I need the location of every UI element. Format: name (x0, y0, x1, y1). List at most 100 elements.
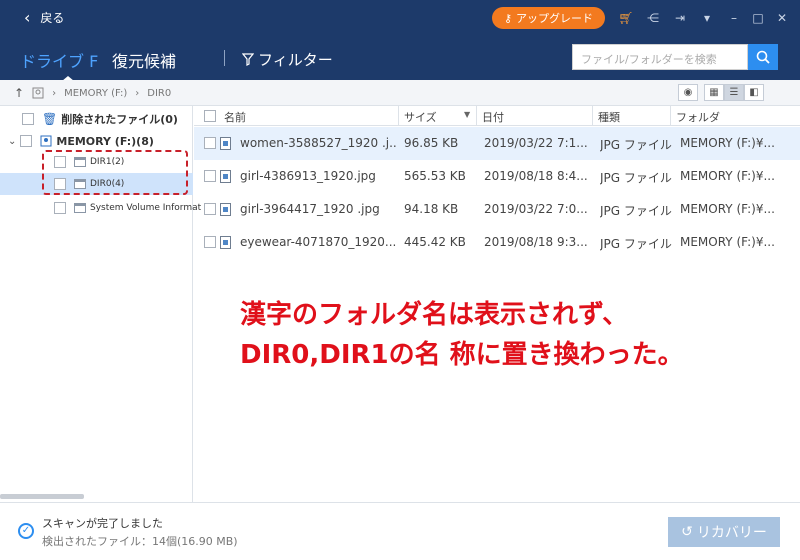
tree-item-memory[interactable]: ⌄ MEMORY (F:)(8) (8, 130, 154, 152)
sort-down-icon: ▼ (464, 110, 471, 119)
cell-date: 2019/08/18 8:4... (484, 169, 588, 183)
row-checkbox[interactable] (204, 236, 216, 248)
cell-date: 2019/03/22 7:0... (484, 202, 588, 216)
chevron-left-icon: ‹ (24, 7, 31, 27)
back-label: 戻る (40, 11, 65, 25)
tree-item-deleted[interactable]: 🗑︎ 削除されたファイル(0) (22, 108, 178, 130)
drive-icon (32, 87, 44, 99)
column-header-name[interactable]: 名前 (224, 109, 246, 125)
list-view-icon[interactable]: ☰ (724, 84, 744, 101)
column-header-date[interactable]: 日付 (482, 109, 504, 125)
trash-icon: 🗑︎ (42, 112, 58, 126)
menu-icon[interactable]: ▾ (699, 10, 715, 26)
tree-checkbox[interactable] (22, 113, 34, 125)
minimize-icon[interactable]: – (726, 10, 742, 26)
back-button[interactable]: ‹ 戻る (24, 9, 64, 26)
up-arrow-icon[interactable]: ↑ (14, 86, 24, 100)
view-mode-group: ▦ ☰ ◧ (704, 84, 764, 101)
divider (224, 50, 225, 66)
view-buttons: ◉ ▦ ☰ ◧ (678, 84, 764, 101)
filter-label: フィルター (258, 51, 333, 69)
table-header: 名前 サイズ ▼ 日付 種類 フォルダ (194, 106, 800, 126)
upgrade-label: アップグレード (516, 12, 594, 25)
tree-checkbox[interactable] (20, 135, 33, 147)
key-icon: ⚷ (503, 11, 513, 25)
tab-recover[interactable]: 復元候補 (112, 48, 176, 72)
upgrade-button[interactable]: ⚷ アップグレード (492, 7, 605, 29)
column-header-type[interactable]: 種類 (598, 109, 620, 125)
row-checkbox[interactable] (204, 203, 216, 215)
preview-eye-icon[interactable]: ◉ (678, 84, 698, 101)
annotation-line-2: DIR0,DIR1の名 称に置き換わった。 (240, 340, 684, 370)
image-file-icon (220, 137, 231, 150)
annotation-line-1: 漢字のフォルダ名は表示されず、 (240, 300, 629, 330)
image-file-icon (220, 203, 231, 216)
breadcrumb-folder[interactable]: DIR0 (147, 88, 171, 99)
nav-band: ドライブ F 復元候補 フィルター ファイル/フォルダーを検索 (0, 36, 800, 81)
cell-size: 445.42 KB (404, 235, 466, 249)
signin-icon[interactable]: ⇥ (672, 10, 688, 26)
cell-size: 96.85 KB (404, 136, 459, 150)
chevron-down-icon[interactable]: ⌄ (8, 136, 16, 147)
row-checkbox[interactable] (204, 170, 216, 182)
table-row[interactable]: women-3588527_1920 .j... 96.85 KB 2019/0… (194, 127, 800, 160)
column-divider (670, 106, 671, 126)
cell-type: JPG ファイル (600, 204, 672, 218)
cell-type: JPG ファイル (600, 138, 672, 152)
breadcrumb: ↑ › MEMORY (F:) › DIR0 (14, 86, 171, 100)
tree-item-label: MEMORY (F:)(8) (56, 134, 154, 148)
cell-date: 2019/03/22 7:1... (484, 136, 588, 150)
tree-item-system-volume[interactable]: System Volume Informat (54, 197, 201, 219)
cell-type: JPG ファイル (600, 171, 672, 185)
grid-view-icon[interactable]: ▦ (704, 84, 724, 101)
cell-name: girl-4386913_1920.jpg (240, 169, 376, 183)
cell-size: 565.53 KB (404, 169, 466, 183)
cell-size: 94.18 KB (404, 202, 459, 216)
folder-icon (74, 203, 86, 213)
check-circle-icon: ✓ (18, 523, 34, 539)
image-file-icon (220, 236, 231, 249)
column-header-size[interactable]: サイズ (404, 109, 437, 125)
recover-button[interactable]: ↺ リカバリー (668, 517, 780, 547)
table-row[interactable]: girl-3964417_1920 .jpg 94.18 KB 2019/03/… (194, 193, 800, 226)
cell-name: girl-3964417_1920 .jpg (240, 202, 380, 216)
table-row[interactable]: eyewear-4071870_1920.... 445.42 KB 2019/… (194, 226, 800, 259)
tree-checkbox[interactable] (54, 202, 66, 214)
select-all-checkbox[interactable] (204, 110, 216, 122)
cart-icon[interactable]: 🛒︎ (618, 10, 634, 26)
breadcrumb-drive[interactable]: MEMORY (F:) (64, 88, 127, 99)
cell-type: JPG ファイル (600, 237, 672, 251)
row-checkbox[interactable] (204, 137, 216, 149)
chevron-right-icon: › (52, 87, 57, 99)
maximize-icon[interactable]: □ (750, 10, 766, 26)
breadcrumb-bar: ↑ › MEMORY (F:) › DIR0 ◉ ▦ ☰ ◧ (0, 80, 800, 106)
close-icon[interactable]: ✕ (774, 10, 790, 26)
column-divider (398, 106, 399, 126)
cell-folder: MEMORY (F:)¥... (680, 202, 775, 216)
cell-name: women-3588527_1920 .j... (240, 136, 396, 150)
search-button[interactable] (748, 44, 778, 70)
highlight-box (42, 150, 188, 195)
tree-item-label: 削除されたファイル(0) (61, 113, 178, 126)
cell-folder: MEMORY (F:)¥... (680, 235, 775, 249)
drive-icon (40, 135, 52, 147)
image-file-icon (220, 170, 231, 183)
found-files-text: 検出されたファイル：14個(16.90 MB) (42, 535, 238, 548)
filter-button[interactable]: フィルター (242, 49, 333, 70)
column-header-folder[interactable]: フォルダ (676, 109, 720, 125)
share-icon[interactable]: ⋲ (645, 10, 661, 26)
horizontal-scrollbar[interactable] (0, 494, 84, 499)
history-icon: ↺ (681, 524, 693, 540)
column-divider (476, 106, 477, 126)
cell-folder: MEMORY (F:)¥... (680, 169, 775, 183)
tab-drive[interactable]: ドライブ F (20, 48, 98, 72)
column-divider (592, 106, 593, 126)
cell-date: 2019/08/18 9:3... (484, 235, 588, 249)
recover-label: リカバリー (696, 525, 767, 541)
chevron-right-icon: › (135, 87, 140, 99)
search-input[interactable]: ファイル/フォルダーを検索 (572, 44, 748, 70)
cell-folder: MEMORY (F:)¥... (680, 136, 775, 150)
detail-view-icon[interactable]: ◧ (744, 84, 764, 101)
table-row[interactable]: girl-4386913_1920.jpg 565.53 KB 2019/08/… (194, 160, 800, 193)
filter-icon (242, 53, 254, 66)
